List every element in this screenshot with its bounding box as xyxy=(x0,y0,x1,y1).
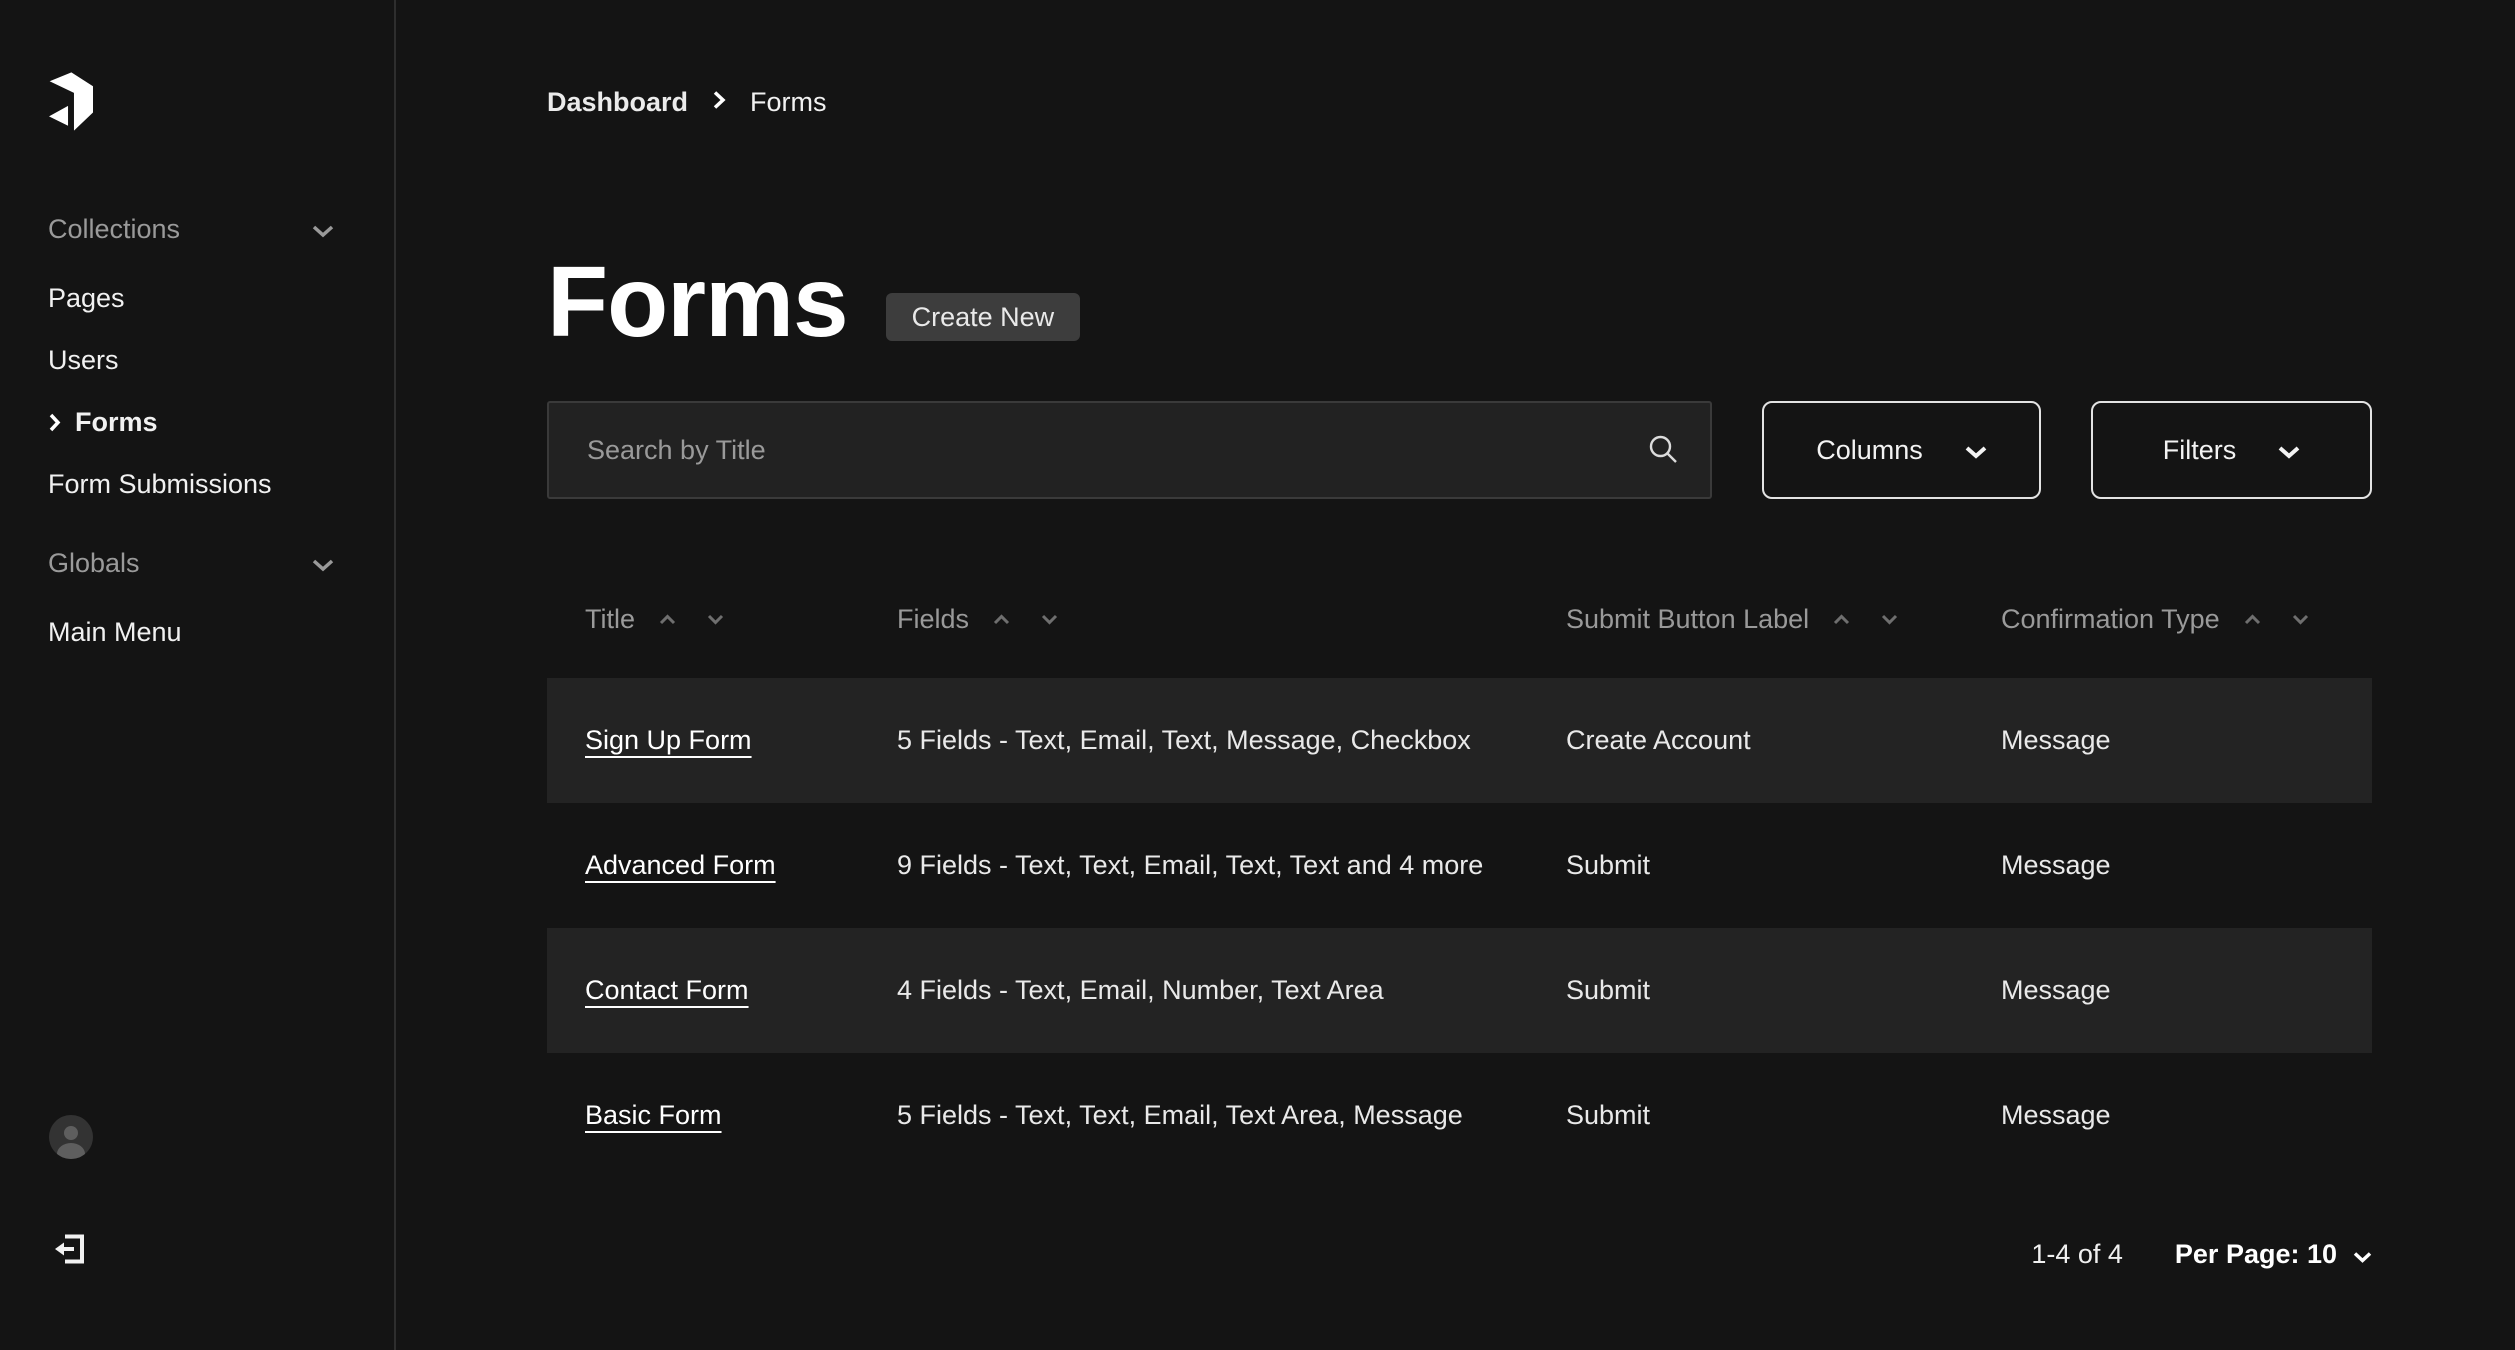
breadcrumb: Dashboard Forms xyxy=(547,0,2372,122)
search-icon xyxy=(1646,432,1682,468)
main-content: Dashboard Forms Forms Create New Columns xyxy=(396,0,2515,1274)
sidebar-item-users[interactable]: Users xyxy=(48,329,334,391)
sidebar-group-globals-header[interactable]: Globals xyxy=(48,543,334,583)
sidebar-item-label: Form Submissions xyxy=(48,469,272,500)
title-row: Forms Create New xyxy=(547,250,2372,355)
sidebar-globals-items: Main Menu xyxy=(48,601,334,663)
sidebar-group-globals: Globals Main Menu xyxy=(48,543,334,663)
row-title-cell: Sign Up Form xyxy=(585,725,897,756)
sidebar-item-main-menu[interactable]: Main Menu xyxy=(48,601,334,663)
column-label: Title xyxy=(585,604,635,635)
forms-table: Title Fields Submit Button Label xyxy=(547,591,2372,1178)
sidebar-item-pages[interactable]: Pages xyxy=(48,267,334,329)
sidebar-group-collections-label: Collections xyxy=(48,214,180,245)
search-input[interactable] xyxy=(547,401,1712,499)
columns-button-label: Columns xyxy=(1816,435,1923,466)
row-title-link[interactable]: Contact Form xyxy=(585,975,749,1005)
sidebar-group-collections-header[interactable]: Collections xyxy=(48,209,334,249)
row-title-link[interactable]: Basic Form xyxy=(585,1100,722,1130)
column-label: Confirmation Type xyxy=(2001,604,2220,635)
table-header: Title Fields Submit Button Label xyxy=(547,591,2372,647)
row-title-link[interactable]: Advanced Form xyxy=(585,850,776,880)
table-row: Contact Form 4 Fields - Text, Email, Num… xyxy=(547,928,2372,1053)
breadcrumb-dashboard-link[interactable]: Dashboard xyxy=(547,87,688,118)
sidebar-group-collections: Collections Pages Users Forms xyxy=(48,209,334,515)
sidebar-item-label: Forms xyxy=(75,407,158,438)
row-title-cell: Advanced Form xyxy=(585,850,897,881)
per-page-label: Per Page: 10 xyxy=(2175,1239,2337,1270)
sidebar-item-label: Main Menu xyxy=(48,617,182,648)
column-header-title: Title xyxy=(585,604,897,635)
row-title-link[interactable]: Sign Up Form xyxy=(585,725,752,755)
sort-ascending-icon[interactable] xyxy=(1829,610,1854,629)
sort-descending-icon[interactable] xyxy=(703,610,728,629)
row-confirmation-cell: Message xyxy=(2001,850,2334,881)
filters-button[interactable]: Filters xyxy=(2091,401,2372,499)
columns-button[interactable]: Columns xyxy=(1762,401,2041,499)
create-new-button[interactable]: Create New xyxy=(886,293,1081,341)
row-confirmation-cell: Message xyxy=(2001,1100,2334,1131)
row-submit-label-cell: Submit xyxy=(1566,975,2001,1006)
table-row: Sign Up Form 5 Fields - Text, Email, Tex… xyxy=(547,678,2372,803)
filters-button-label: Filters xyxy=(2163,435,2237,466)
row-confirmation-cell: Message xyxy=(2001,725,2334,756)
column-header-fields: Fields xyxy=(897,604,1566,635)
sidebar-item-label: Pages xyxy=(48,283,125,314)
column-label: Fields xyxy=(897,604,969,635)
sort-descending-icon[interactable] xyxy=(1037,610,1062,629)
column-header-submit-button-label: Submit Button Label xyxy=(1566,604,2001,635)
sidebar-group-globals-label: Globals xyxy=(48,548,140,579)
sort-descending-icon[interactable] xyxy=(2288,610,2313,629)
breadcrumb-current: Forms xyxy=(750,87,827,118)
pagination: 1-4 of 4 Per Page: 10 xyxy=(547,1234,2372,1274)
sidebar-item-forms[interactable]: Forms xyxy=(48,391,334,453)
chevron-down-icon xyxy=(312,214,334,245)
row-submit-label-cell: Submit xyxy=(1566,850,2001,881)
chevron-down-icon xyxy=(312,548,334,579)
chevron-down-icon xyxy=(2278,435,2300,466)
row-fields-cell: 5 Fields - Text, Text, Email, Text Area,… xyxy=(897,1100,1566,1131)
row-fields-cell: 4 Fields - Text, Email, Number, Text Are… xyxy=(897,975,1566,1006)
row-fields-cell: 5 Fields - Text, Email, Text, Message, C… xyxy=(897,725,1566,756)
row-fields-cell: 9 Fields - Text, Text, Email, Text, Text… xyxy=(897,850,1566,881)
chevron-down-icon xyxy=(2353,1239,2372,1270)
sort-ascending-icon[interactable] xyxy=(655,610,680,629)
column-header-confirmation-type: Confirmation Type xyxy=(2001,604,2334,635)
payload-logo-icon[interactable] xyxy=(49,72,93,131)
table-row: Basic Form 5 Fields - Text, Text, Email,… xyxy=(547,1053,2372,1178)
logout-icon[interactable] xyxy=(52,1231,88,1267)
table-row: Advanced Form 9 Fields - Text, Text, Ema… xyxy=(547,803,2372,928)
sidebar-collections-items: Pages Users Forms Form Submissions xyxy=(48,267,334,515)
sort-descending-icon[interactable] xyxy=(1877,610,1902,629)
chevron-down-icon xyxy=(1965,435,1987,466)
sidebar-item-label: Users xyxy=(48,345,119,376)
column-label: Submit Button Label xyxy=(1566,604,1809,635)
sidebar-nav: Collections Pages Users Forms xyxy=(48,209,334,691)
search-wrap xyxy=(547,401,1712,499)
table-body: Sign Up Form 5 Fields - Text, Email, Tex… xyxy=(547,678,2372,1178)
row-title-cell: Basic Form xyxy=(585,1100,897,1131)
row-submit-label-cell: Submit xyxy=(1566,1100,2001,1131)
list-controls: Columns Filters xyxy=(547,401,2372,499)
sidebar: Collections Pages Users Forms xyxy=(0,0,396,1350)
pagination-range: 1-4 of 4 xyxy=(2031,1239,2123,1270)
chevron-right-icon xyxy=(712,87,726,118)
account-avatar[interactable] xyxy=(49,1115,93,1159)
sort-ascending-icon[interactable] xyxy=(989,610,1014,629)
row-title-cell: Contact Form xyxy=(585,975,897,1006)
chevron-right-icon xyxy=(48,412,61,433)
row-confirmation-cell: Message xyxy=(2001,975,2334,1006)
row-submit-label-cell: Create Account xyxy=(1566,725,2001,756)
sort-ascending-icon[interactable] xyxy=(2240,610,2265,629)
sidebar-item-form-submissions[interactable]: Form Submissions xyxy=(48,453,334,515)
per-page-control[interactable]: Per Page: 10 xyxy=(2175,1239,2372,1270)
page-title: Forms xyxy=(547,250,848,355)
